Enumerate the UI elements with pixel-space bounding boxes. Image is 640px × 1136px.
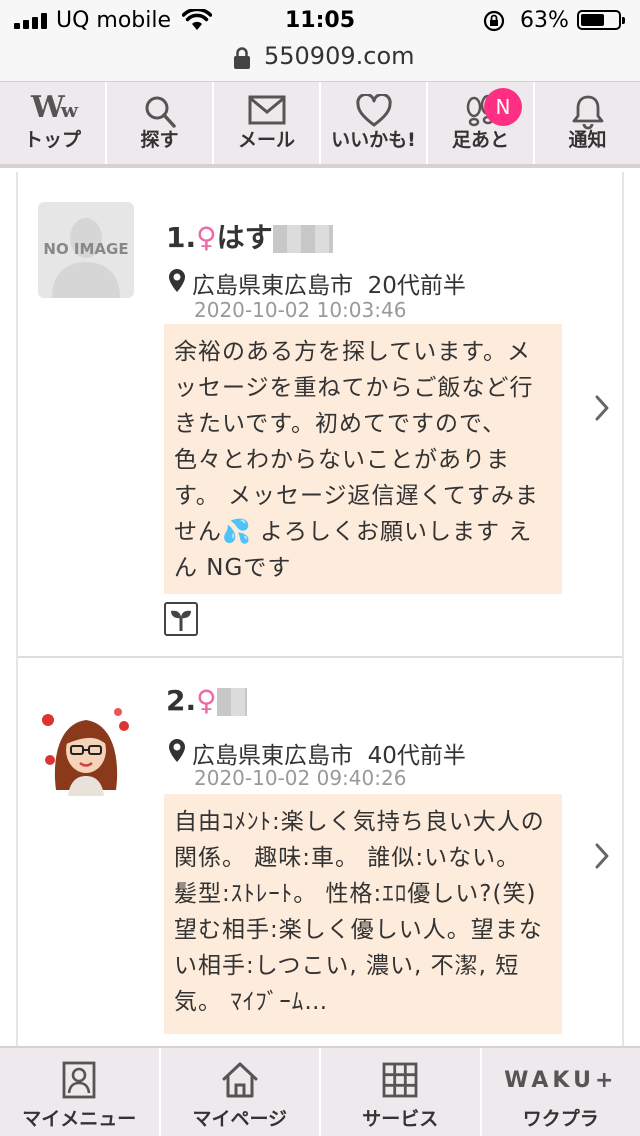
no-image-label: NO IMAGE — [43, 240, 129, 258]
location-pin-icon — [169, 269, 185, 292]
post-timestamp: 2020-10-02 09:40:26 — [194, 766, 407, 790]
bottom-nav-label: ワクプラ — [522, 1108, 599, 1130]
bottom-nav-my-page[interactable]: マイページ — [161, 1048, 321, 1136]
location: 広島県東広島市 40代前半 — [192, 743, 466, 769]
female-icon: ♀ — [196, 684, 217, 717]
mail-icon — [248, 95, 285, 125]
nav-search[interactable]: 探す — [107, 82, 214, 164]
bottom-nav-label: サービス — [362, 1108, 439, 1130]
location-pin-icon — [169, 739, 185, 762]
user-name: はす — [216, 221, 273, 254]
chevron-right-icon[interactable] — [594, 842, 610, 870]
post-number: 2. — [166, 684, 197, 717]
message-text: 自由ｺﾒﾝﾄ:楽しく気持ち良い大人の関係。 趣味:車。 誰似:いない。 髪型:ｽ… — [164, 794, 562, 1034]
url-text[interactable]: 550909.com — [264, 42, 415, 70]
list-item[interactable]: NO IMAGE 1.♀はす 広島県東広島市 20代前半 2020-10-02 … — [18, 172, 622, 658]
heart-icon — [355, 94, 392, 127]
bell-icon — [572, 95, 603, 130]
blurred-name — [216, 688, 247, 716]
bottom-nav-wakupura[interactable]: WAKU+ ワクプラ — [482, 1048, 640, 1136]
status-bar: UQ mobile 11:05 63% — [0, 0, 640, 40]
ww-logo-icon: Ww — [31, 90, 78, 125]
location: 広島県東広島市 20代前半 — [192, 273, 466, 299]
grid-icon — [382, 1062, 418, 1098]
message-text: 余裕のある方を探しています。メッセージを重ねてからご飯など行きたいです。初めてで… — [164, 324, 562, 594]
bottom-nav-label: マイメニュー — [22, 1108, 137, 1130]
nav-footprints[interactable]: N 足あと — [428, 82, 535, 164]
nav-label: メール — [237, 129, 295, 151]
nav-mail[interactable]: メール — [214, 82, 321, 164]
nav-label: いいかも! — [331, 129, 416, 151]
nav-top[interactable]: Ww トップ — [0, 82, 107, 164]
list-item[interactable]: 2.♀ 広島県東広島市 40代前半 2020-10-02 09:40:26 自由… — [18, 660, 622, 1046]
home-icon — [222, 1062, 258, 1098]
search-icon — [145, 96, 176, 128]
waku-plus-logo: WAKU+ — [504, 1067, 618, 1093]
avatar[interactable]: NO IMAGE — [38, 202, 134, 298]
battery-percent: 63% — [520, 8, 569, 33]
notification-badge: N — [484, 88, 522, 126]
nav-notifications[interactable]: 通知 — [535, 82, 640, 164]
address-bar[interactable]: 550909.com — [0, 40, 640, 82]
sprout-icon — [164, 602, 198, 636]
nav-like[interactable]: いいかも! — [321, 82, 428, 164]
rotation-lock-icon — [483, 10, 505, 32]
post-list: NO IMAGE 1.♀はす 広島県東広島市 20代前半 2020-10-02 … — [16, 172, 624, 1046]
bottom-nav-services[interactable]: サービス — [321, 1048, 482, 1136]
chevron-right-icon[interactable] — [594, 394, 610, 422]
bottom-nav-label: マイページ — [192, 1108, 288, 1130]
person-card-icon — [62, 1061, 96, 1099]
nav-label: トップ — [23, 129, 81, 151]
post-title[interactable]: 2.♀ — [166, 684, 247, 717]
battery-icon — [577, 10, 625, 30]
female-icon: ♀ — [196, 221, 217, 254]
post-timestamp: 2020-10-02 10:03:46 — [194, 298, 407, 322]
bottom-nav-my-menu[interactable]: マイメニュー — [0, 1048, 161, 1136]
post-title[interactable]: 1.♀はす — [166, 216, 333, 256]
top-nav: Ww トップ 探す メール いいかも! N 足あと 通知 — [0, 82, 640, 168]
avatar[interactable] — [38, 700, 134, 796]
bottom-nav: マイメニュー マイページ サービス WAKU+ ワクプラ — [0, 1046, 640, 1136]
post-number: 1. — [166, 221, 197, 254]
blurred-name — [272, 225, 333, 253]
lock-icon — [234, 47, 250, 69]
